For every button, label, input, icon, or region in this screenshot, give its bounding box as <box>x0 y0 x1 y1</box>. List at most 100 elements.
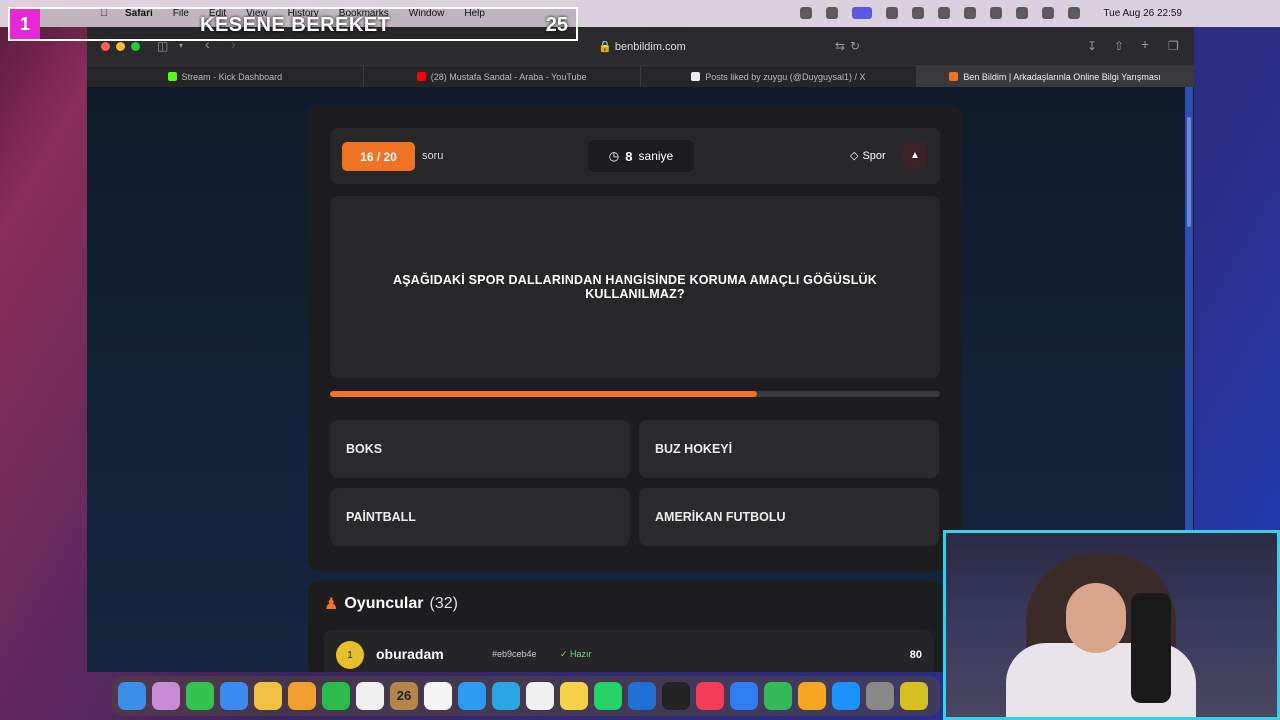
macos-dock: 26 <box>112 676 940 716</box>
question-counter-suffix: soru <box>422 150 444 162</box>
benbildim-icon <box>949 72 959 81</box>
menu-clock[interactable]: Tue Aug 26 22:59 <box>1103 8 1182 19</box>
dock-app-icon[interactable] <box>764 682 792 710</box>
scrollbar-thumb[interactable] <box>1187 117 1191 227</box>
screen-share-icon[interactable] <box>852 7 872 19</box>
dock-app-icon[interactable] <box>458 682 486 710</box>
control-center-icon[interactable] <box>1068 7 1080 19</box>
dock-app-icon[interactable] <box>832 682 860 710</box>
close-window-button[interactable] <box>101 42 110 51</box>
overlay-name: KESENE BEREKET <box>200 14 391 36</box>
player-status-label: Hazır <box>570 649 592 659</box>
zoom-window-button[interactable] <box>131 42 140 51</box>
dock-app-icon[interactable] <box>526 682 554 710</box>
countdown-timer: ◷ 8 saniye <box>588 140 694 172</box>
status-icons <box>800 7 1080 19</box>
category-badge: ◇ Spor <box>850 149 886 163</box>
overlay-score: 25 <box>545 14 568 36</box>
battery-icon[interactable] <box>990 7 1002 19</box>
microphone <box>1131 593 1171 703</box>
tab-label: Stream - Kick Dashboard <box>181 71 283 82</box>
lock-icon: 🔒 <box>598 41 612 53</box>
translate-icon[interactable]: ⇆ <box>835 39 845 53</box>
dock-app-icon[interactable] <box>356 682 384 710</box>
dock-app-icon[interactable] <box>866 682 894 710</box>
question-text: AŞAĞIDAKİ SPOR DALLARINDAN HANGİSİNDE KO… <box>330 196 940 378</box>
chevron-down-icon[interactable]: ▾ <box>179 41 183 50</box>
quiz-header: 16 / 20 soru ◷ 8 saniye ◇ Spor ▲ <box>330 128 940 184</box>
dock-app-icon[interactable] <box>594 682 622 710</box>
dock-app-icon[interactable] <box>628 682 656 710</box>
dock-app-icon[interactable] <box>560 682 588 710</box>
answer-option-d[interactable]: AMERİKAN FUTBOLU <box>639 488 939 546</box>
dock-app-icon[interactable] <box>662 682 690 710</box>
tab-benbildim[interactable]: Ben Bildim | Arkadaşlarınla Online Bilgi… <box>917 66 1194 87</box>
tab-x[interactable]: Posts liked by zuygu (@Duyguysal1) / X <box>641 66 918 87</box>
tab-bar: Stream - Kick Dashboard (28) Mustafa San… <box>87 65 1194 87</box>
status-icon[interactable] <box>938 7 950 19</box>
tab-label: (28) Mustafa Sandal - Araba - YouTube <box>430 71 587 82</box>
answer-option-b[interactable]: BUZ HOKEYİ <box>639 420 939 478</box>
webcam-overlay <box>943 530 1280 720</box>
minimize-window-button[interactable] <box>116 42 125 51</box>
players-count: (32) <box>429 595 458 612</box>
dock-app-icon[interactable] <box>730 682 758 710</box>
dock-app-icon[interactable] <box>288 682 316 710</box>
new-tab-icon[interactable]: + <box>1141 36 1149 52</box>
overlay-rank: 1 <box>10 9 40 39</box>
dock-app-icon[interactable] <box>492 682 520 710</box>
status-icon[interactable] <box>826 7 838 19</box>
dock-app-icon[interactable] <box>798 682 826 710</box>
dock-app-icon[interactable] <box>424 682 452 710</box>
dock-app-icon[interactable] <box>322 682 350 710</box>
dock-app-icon[interactable] <box>152 682 180 710</box>
share-icon[interactable]: ⇧ <box>1114 39 1124 53</box>
player-rank-badge: 1 <box>336 641 364 669</box>
kick-icon <box>167 72 177 81</box>
dock-app-icon[interactable] <box>186 682 214 710</box>
x-icon <box>691 72 701 81</box>
status-icon[interactable] <box>800 7 812 19</box>
streamer-face <box>1066 583 1126 653</box>
timer-unit: saniye <box>638 149 674 163</box>
users-icon: ♟ <box>324 596 339 613</box>
report-button[interactable]: ▲ <box>903 142 927 168</box>
dock-app-icon[interactable] <box>696 682 724 710</box>
status-icon[interactable] <box>912 7 924 19</box>
play-icon[interactable] <box>964 7 976 19</box>
players-panel: ♟ Oyuncular (32) 1 oburadam #eb9ceb4e ✓ … <box>308 581 942 672</box>
question-counter: 16 / 20 <box>342 142 415 171</box>
tab-label: Ben Bildim | Arkadaşlarınla Online Bilgi… <box>963 71 1161 82</box>
player-row: 1 oburadam #eb9ceb4e ✓ Hazır 80 <box>324 630 934 672</box>
tab-kick[interactable]: Stream - Kick Dashboard <box>87 66 364 87</box>
address-url: benbildim.com <box>614 41 686 53</box>
stream-leader-overlay: 1 KESENE BEREKET 25 <box>8 7 578 41</box>
reload-icon[interactable]: ↻ <box>850 39 860 53</box>
player-score: 80 <box>909 649 922 661</box>
dock-app-icon[interactable] <box>220 682 248 710</box>
sidebar-icon[interactable]: ◫ <box>157 39 168 53</box>
youtube-icon <box>416 72 426 81</box>
tab-overview-icon[interactable]: ❐ <box>1168 39 1179 53</box>
status-icon[interactable] <box>886 7 898 19</box>
dock-app-icon[interactable] <box>118 682 146 710</box>
time-progress-bar <box>330 391 940 397</box>
download-icon[interactable]: ↧ <box>1087 39 1097 53</box>
tab-youtube[interactable]: (28) Mustafa Sandal - Araba - YouTube <box>364 66 641 87</box>
wifi-icon[interactable] <box>1016 7 1028 19</box>
tab-label: Posts liked by zuygu (@Duyguysal1) / X <box>705 71 866 82</box>
category-label: Spor <box>862 149 886 162</box>
clock-icon: ◷ <box>608 149 620 163</box>
dock-app-icon[interactable] <box>900 682 928 710</box>
players-title-label: Oyuncular <box>344 595 424 612</box>
calendar-day: 26 <box>396 688 412 703</box>
player-status: ✓ Hazır <box>560 649 592 659</box>
calendar-app-icon[interactable]: 26 <box>390 682 418 710</box>
search-icon[interactable] <box>1042 7 1054 19</box>
answer-option-c[interactable]: PAİNTBALL <box>330 488 630 546</box>
dock-app-icon[interactable] <box>254 682 282 710</box>
timer-value: 8 <box>625 148 633 164</box>
answer-option-a[interactable]: BOKS <box>330 420 630 478</box>
warning-icon: ▲ <box>910 149 920 161</box>
player-name: oburadam <box>376 646 444 662</box>
